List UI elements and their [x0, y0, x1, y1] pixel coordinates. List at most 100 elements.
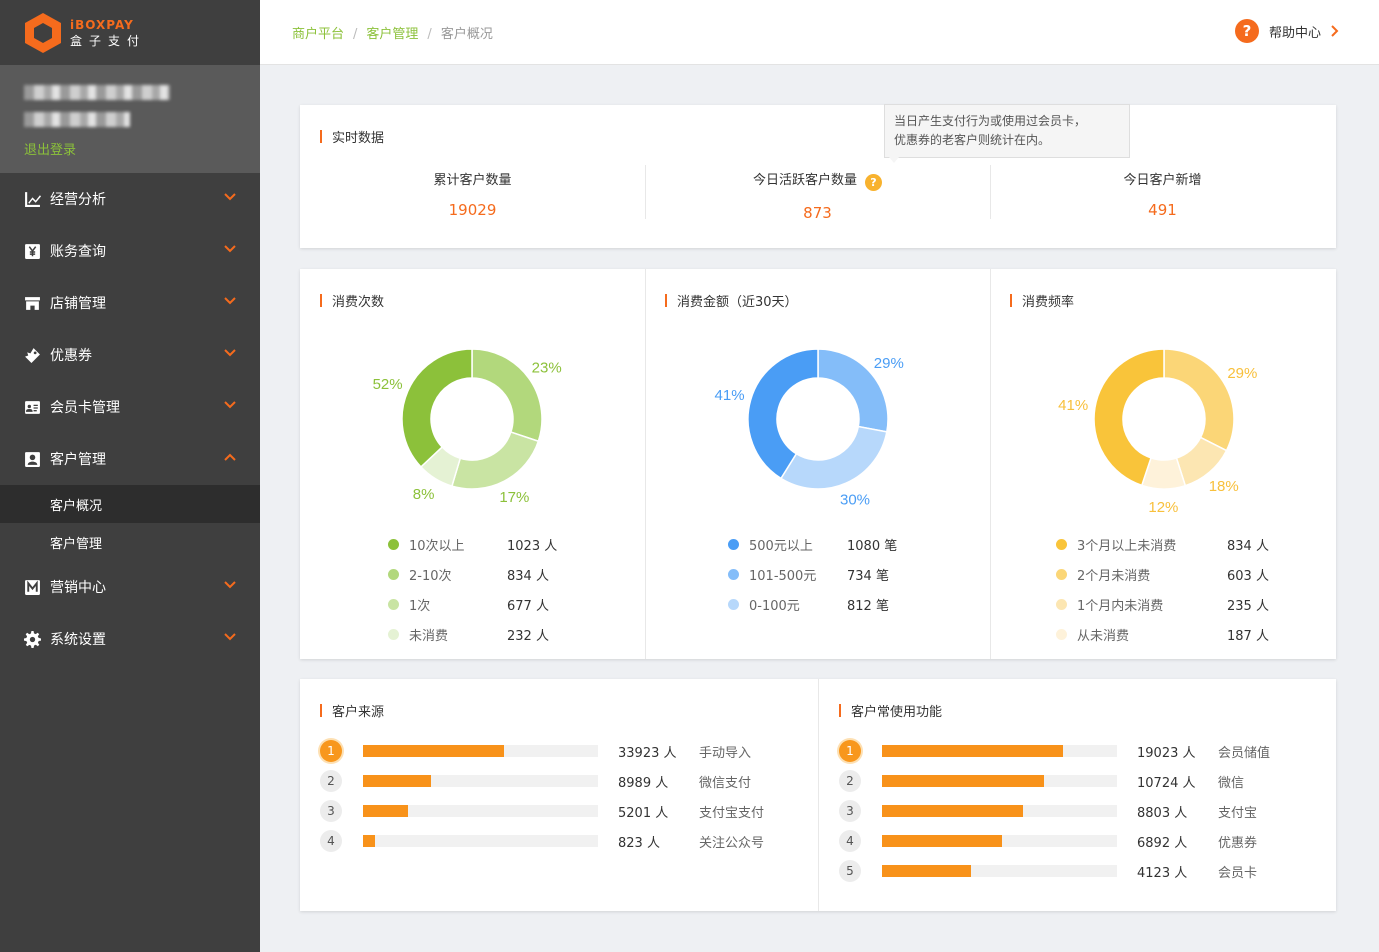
- legend-row: 101-500元 734 笔: [728, 559, 897, 589]
- line-chart-icon: [25, 191, 41, 207]
- legend-dot: [728, 598, 739, 610]
- help-center-button[interactable]: ? 帮助中心: [1234, 19, 1339, 43]
- legend-value: 812 笔: [847, 598, 889, 614]
- legend-value: 187 人: [1227, 628, 1269, 644]
- legend-dot: [388, 628, 399, 640]
- blurred-username: [24, 85, 170, 100]
- legend-row: 500元以上 1080 笔: [728, 529, 897, 559]
- legend-value: 1023 人: [507, 538, 558, 554]
- donut-slice-0[interactable]: [401, 348, 473, 468]
- chevron-down-icon: [224, 193, 236, 201]
- nav-label: 经营分析: [50, 192, 106, 208]
- breadcrumb-item[interactable]: 客户管理: [366, 27, 418, 42]
- nav-item-marketing[interactable]: 营销中心: [0, 561, 260, 613]
- legend-value: 235 人: [1227, 598, 1269, 614]
- legend-label: 10次以上: [409, 538, 465, 554]
- rank-badge: 5: [839, 860, 861, 882]
- nav-label: 会员卡管理: [50, 400, 120, 416]
- rank-row: 3 5201 人 支付宝支付: [320, 800, 800, 822]
- realtime-card: 实时数据 累计客户数量 19029 今日活跃客户数量? 873 今日客户新增 4…: [300, 105, 1336, 248]
- rank-badge: 1: [839, 740, 861, 762]
- breadcrumb-separator: /: [353, 27, 358, 42]
- legend-label: 未消费: [409, 628, 449, 644]
- legend-row: 1次 677 人: [388, 589, 557, 619]
- bar-track: [882, 775, 1117, 787]
- question-icon: ?: [1234, 19, 1259, 43]
- legend-label: 3个月以上未消费: [1077, 538, 1177, 554]
- nav-item-settings[interactable]: 系统设置: [0, 613, 260, 665]
- rank-value: 33923 人: [618, 746, 677, 761]
- rank-label: 支付宝: [1218, 806, 1258, 821]
- bar-track: [363, 775, 598, 787]
- percent-label: 12%: [1148, 499, 1178, 516]
- question-icon[interactable]: ?: [865, 174, 882, 191]
- rank-label: 会员储值: [1218, 746, 1271, 761]
- ranking-card: 客户来源 1 33923 人手动导入 2 8989 人微信支付 3 5201 人支付宝支付…: [300, 679, 1336, 911]
- legend-value: 834 人: [1227, 538, 1269, 554]
- tooltip-line: 优惠券的老客户则统计在内。: [894, 133, 1051, 147]
- donut-panel-amount: 消费金额（近30天） 41% 29% 30% 500元以上 1080 笔 101-500…: [645, 269, 990, 659]
- legend-dot: [1056, 568, 1067, 580]
- m-icon: [25, 579, 40, 595]
- legend-row: 2-10次 834 人: [388, 559, 557, 589]
- rank-value: 4123 人: [1137, 866, 1188, 881]
- rank-row: 4 823 人 关注公众号: [320, 830, 800, 852]
- legend-value: 834 人: [507, 568, 549, 584]
- legend-row: 10次以上 1023 人: [388, 529, 557, 559]
- rank-label: 支付宝支付: [699, 806, 765, 821]
- nav-item-stores[interactable]: 店铺管理: [0, 277, 260, 329]
- nav-label: 客户管理: [50, 452, 106, 468]
- legend-label: 101-500元: [749, 568, 817, 584]
- donut-slice-2[interactable]: [779, 425, 888, 490]
- sub-item-customer-overview[interactable]: 客户概况: [0, 485, 260, 523]
- rank-badge: 1: [320, 740, 342, 762]
- chevron-down-icon: [224, 245, 236, 253]
- bar-fill: [363, 835, 375, 847]
- legend-row: 未消费 232 人: [388, 619, 557, 649]
- rank-badge: 2: [839, 770, 861, 792]
- nav-item-member-cards[interactable]: 会员卡管理: [0, 381, 260, 433]
- rank-value: 5201 人: [618, 806, 669, 821]
- donut-slice-2[interactable]: [450, 431, 540, 490]
- legend-value: 1080 笔: [847, 538, 898, 554]
- id-card-icon: [25, 400, 40, 414]
- customer-icon: [25, 451, 40, 467]
- legend-dot: [388, 568, 399, 580]
- sub-item-customer-management[interactable]: 客户管理: [0, 523, 260, 561]
- nav-label: 优惠券: [50, 348, 92, 364]
- card-title: 实时数据: [320, 127, 384, 146]
- nav-item-accounts[interactable]: 账务查询: [0, 225, 260, 277]
- bar-fill: [882, 865, 972, 877]
- breadcrumb-item[interactable]: 商户平台: [292, 27, 344, 42]
- bar-fill: [882, 835, 1002, 847]
- nav-item-customers[interactable]: 客户管理: [0, 433, 260, 485]
- legend-label: 1个月内未消费: [1077, 598, 1164, 614]
- nav-item-business-analysis[interactable]: 经营分析: [0, 173, 260, 225]
- legend-row: 1个月内未消费 235 人: [1056, 589, 1269, 619]
- customer-source-panel: 客户来源 1 33923 人 手动导入 2 8989 人 微信支付 3 5201 人 支付宝支付…: [300, 679, 818, 911]
- nav-item-coupons[interactable]: 优惠券: [0, 329, 260, 381]
- rank-badge: 3: [320, 800, 342, 822]
- donut-slice-1[interactable]: [1163, 348, 1235, 452]
- legend-dot: [728, 538, 739, 550]
- bar-track: [882, 805, 1117, 817]
- percent-label: 30%: [840, 492, 870, 509]
- legend-value: 677 人: [507, 598, 549, 614]
- logo: iBOXPAY 盒子支付: [0, 0, 260, 65]
- nav-label: 系统设置: [50, 632, 106, 648]
- nav-label: 账务查询: [50, 244, 106, 260]
- chevron-down-icon: [224, 401, 236, 409]
- rank-value: 6892 人: [1137, 836, 1188, 851]
- breadcrumb-separator: /: [427, 27, 432, 42]
- legend-label: 500元以上: [749, 538, 813, 554]
- rank-label: 会员卡: [1218, 866, 1258, 881]
- breadcrumb: 商户平台 / 客户管理 / 客户概况: [292, 23, 493, 42]
- stat-active-customers: 今日活跃客户数量? 873: [645, 169, 990, 222]
- chart-legend: 3个月以上未消费 834 人 2个月未消费 603 人 1个月内未消费 235 人从未消费…: [1056, 529, 1269, 649]
- bar-track: [363, 835, 598, 847]
- rank-label: 微信: [1218, 776, 1245, 791]
- box-logo-icon: [25, 13, 61, 53]
- rank-label: 手动导入: [699, 746, 752, 761]
- help-label: 帮助中心: [1268, 25, 1321, 41]
- logout-link[interactable]: 退出登录: [24, 139, 236, 158]
